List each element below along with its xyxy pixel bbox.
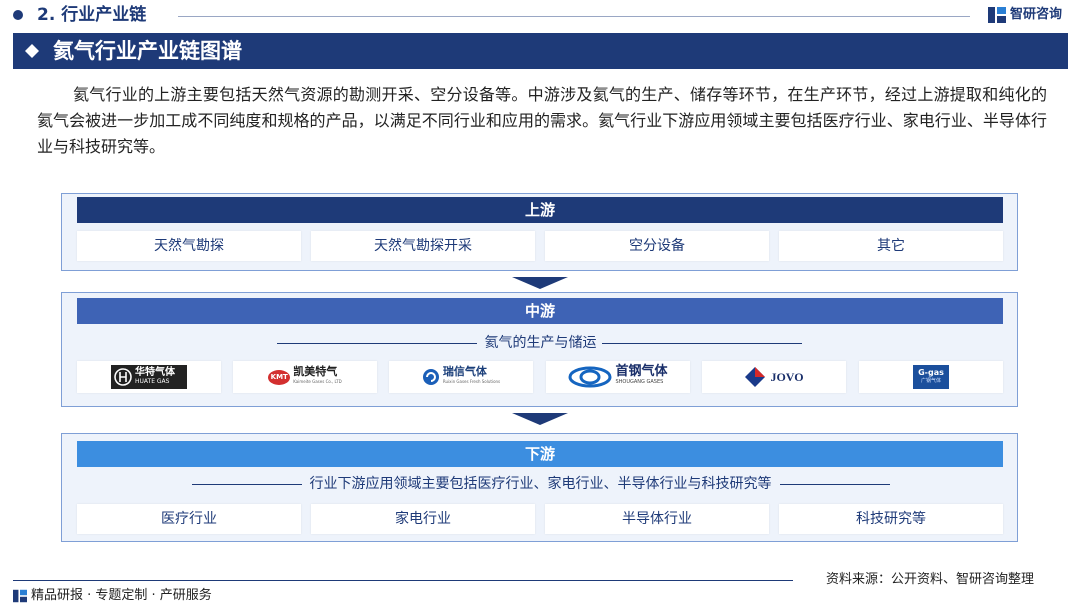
huate-emblem-icon — [114, 368, 132, 386]
top-bar: 2. 行业产业链 智研咨询 — [0, 0, 1080, 32]
downstream-header: 下游 — [77, 441, 1003, 467]
flow-arrow-icon — [512, 413, 568, 425]
company-logo-kaimeite: KMT 凯美特气 Kaimeite Gases Co., LTD — [233, 361, 377, 393]
section-bullet-icon — [13, 10, 23, 20]
title-banner: 氦气行业产业链图谱 — [13, 33, 1068, 69]
jovo-name: JOVO — [770, 369, 804, 384]
brand-name: 智研咨询 — [1010, 7, 1063, 22]
company-logo-jovo: JOVO — [702, 361, 846, 393]
shougang-emblem-icon — [568, 366, 612, 388]
kaimeite-name: 凯美特气 — [293, 365, 338, 378]
downstream-item: 家电行业 — [311, 504, 535, 534]
flow-arrow-icon — [512, 277, 568, 289]
jovo-emblem-icon — [745, 367, 766, 387]
midstream-subtitle: 氦气的生产与储运 — [62, 333, 1019, 353]
footer-logo-icon — [13, 589, 27, 603]
company-logo-ggas: G-gas 广钢气体 — [859, 361, 1003, 393]
section-title: 2. 行业产业链 — [37, 5, 147, 25]
huate-name: 华特气体 — [135, 367, 175, 378]
ggas-sub: 广钢气体 — [920, 378, 941, 384]
upstream-panel: 上游 天然气勘探 天然气勘探开采 空分设备 其它 — [61, 193, 1018, 271]
subtitle-divider — [780, 484, 890, 485]
footer-tagline: 精品研报 · 专题定制 · 产研服务 — [31, 588, 212, 603]
midstream-panel: 中游 氦气的生产与储运 华特气体 HUATE GAS KMT 凯美特气 Kaim… — [61, 292, 1018, 407]
company-logo-huate: 华特气体 HUATE GAS — [77, 361, 221, 393]
upstream-header: 上游 — [77, 197, 1003, 223]
page-title: 氦气行业产业链图谱 — [53, 39, 242, 63]
company-logo-shougang: 首钢气体 SHOUGANG GASES — [546, 361, 690, 393]
shougang-name: 首钢气体 — [615, 364, 668, 379]
brand-logo: 智研咨询 — [988, 6, 1062, 24]
downstream-subtitle-text: 行业下游应用领域主要包括医疗行业、家电行业、半导体行业与科技研究等 — [309, 476, 772, 492]
downstream-item: 医疗行业 — [77, 504, 301, 534]
huate-sub: HUATE GAS — [135, 378, 170, 385]
ggas-logo: G-gas 广钢气体 — [913, 365, 949, 389]
midstream-header: 中游 — [77, 298, 1003, 324]
upstream-item: 天然气勘探 — [77, 231, 301, 261]
huate-logo: 华特气体 HUATE GAS — [111, 365, 187, 389]
kmt-badge: KMT — [268, 369, 291, 385]
upstream-item: 其它 — [779, 231, 1003, 261]
ruixin-name: 瑞信气体 — [442, 365, 487, 378]
upstream-item: 天然气勘探开采 — [311, 231, 535, 261]
ggas-name: G-gas — [918, 368, 944, 377]
header-divider — [178, 16, 970, 17]
kaimeite-sub: Kaimeite Gases Co., LTD — [293, 379, 342, 384]
source-note: 资料来源：公开资料、智研咨询整理 — [826, 572, 1035, 587]
downstream-item: 半导体行业 — [545, 504, 769, 534]
subtitle-divider — [602, 343, 802, 344]
downstream-item: 科技研究等 — [779, 504, 1003, 534]
brand-logo-icon — [988, 7, 1006, 23]
downstream-panel: 下游 行业下游应用领域主要包括医疗行业、家电行业、半导体行业与科技研究等 医疗行… — [61, 433, 1018, 542]
midstream-subtitle-text: 氦气的生产与储运 — [484, 335, 597, 351]
company-logo-ruixin: 瑞信气体 Ruixin Gases Fresh Solutions — [389, 361, 533, 393]
ruixin-sub: Ruixin Gases Fresh Solutions — [442, 379, 501, 384]
ruixin-emblem-icon — [422, 369, 439, 385]
shougang-sub: SHOUGANG GASES — [615, 379, 664, 385]
footer-divider — [13, 580, 793, 581]
diamond-icon — [25, 44, 39, 58]
intro-paragraph: 氦气行业的上游主要包括天然气资源的勘测开采、空分设备等。中游涉及氦气的生产、储存… — [37, 85, 1047, 156]
upstream-item: 空分设备 — [545, 231, 769, 261]
